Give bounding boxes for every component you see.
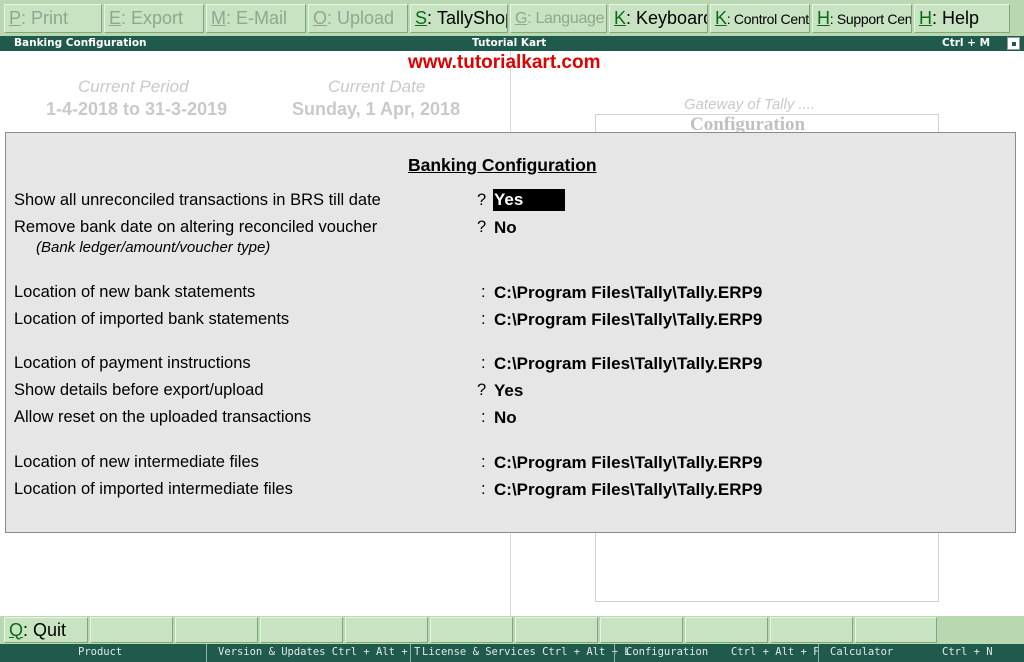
remove-bank-date-subnote: (Bank ledger/amount/voucher type) — [36, 239, 271, 256]
quit-button[interactable]: Q: Quit — [4, 617, 88, 643]
tallyshop-label: TallyShop — [437, 8, 508, 28]
help-label: Help — [942, 8, 980, 28]
row-label-unreconciled: Show all unreconciled transactions in BR… — [14, 191, 381, 209]
company-name: Tutorial Kart — [472, 37, 547, 49]
print-button[interactable]: P: Print — [4, 4, 102, 33]
language-button[interactable]: G: Language — [510, 4, 607, 33]
email-button[interactable]: M: E-Mail — [206, 4, 306, 33]
current-period-value: 1-4-2018 to 31-3-2019 — [46, 99, 228, 119]
email-shortcut-key: M — [211, 8, 226, 28]
control-centre-button[interactable]: K: Control Centre — [710, 4, 810, 33]
bottom-button-bar: Q: Quit — [0, 616, 1024, 644]
empty-button-10[interactable] — [855, 617, 937, 643]
language-shortcut-key: G — [515, 9, 528, 27]
print-shortcut-key: P — [9, 8, 22, 28]
control-centre-shortcut-key: K — [715, 8, 727, 28]
row-label-new-bank-statements: Location of new bank statements — [14, 283, 256, 301]
tallyshop-button[interactable]: S: TallyShop — [410, 4, 508, 33]
row-sep-payment-instructions: : — [481, 354, 486, 372]
imported-bank-statements-value-field[interactable]: C:\Program Files\Tally\Tally.ERP9 — [494, 310, 762, 330]
row-label-remove-bank-date: Remove bank date on altering reconciled … — [14, 218, 378, 236]
gateway-label: Gateway of Tally .... — [684, 96, 816, 113]
status-divider — [206, 644, 207, 662]
keyboard-label: Keyboard — [636, 8, 708, 28]
upload-button[interactable]: O: Upload — [308, 4, 408, 33]
row-label-allow-reset: Allow reset on the uploaded transactions — [14, 408, 312, 426]
panel-title: Banking Configuration — [408, 155, 597, 175]
quit-label: Quit — [33, 619, 67, 640]
status-calculator[interactable]: Calculator — [830, 646, 893, 658]
show-details-value-field[interactable]: Yes — [494, 381, 523, 401]
minimize-shortcut: Ctrl + M — [942, 37, 991, 49]
keyboard-button[interactable]: K: Keyboard — [609, 4, 708, 33]
support-centre-label: Support Centre — [836, 10, 912, 27]
email-label: E-Mail — [236, 8, 288, 28]
imported-intermediate-files-value-field[interactable]: C:\Program Files\Tally\Tally.ERP9 — [494, 480, 762, 500]
export-button[interactable]: E: Export — [104, 4, 204, 33]
status-version[interactable]: Version & Updates Ctrl + Alt + T — [218, 646, 420, 658]
empty-button-3[interactable] — [260, 617, 343, 643]
upload-label: Upload — [337, 8, 395, 28]
payment-instructions-value-field[interactable]: C:\Program Files\Tally\Tally.ERP9 — [494, 354, 762, 374]
row-sep-imported-bank-statements: : — [481, 310, 486, 328]
control-centre-label: Control Centre — [733, 10, 809, 27]
export-shortcut-key: E — [109, 8, 122, 28]
status-divider — [818, 644, 819, 662]
status-divider — [410, 644, 411, 662]
row-sep-new-bank-statements: : — [481, 283, 486, 301]
row-sep-show-details: ? — [477, 381, 487, 399]
allow-reset-value-field[interactable]: No — [494, 408, 517, 428]
status-bar: Product Version & Updates Ctrl + Alt + T… — [0, 644, 1024, 662]
window-title: Banking Configuration — [14, 37, 147, 49]
help-button[interactable]: H: Help — [914, 4, 1010, 33]
upload-shortcut-key: O — [313, 8, 328, 28]
unreconciled-value-field[interactable]: Yes — [493, 189, 565, 211]
language-label: Language — [535, 9, 605, 27]
status-configuration[interactable]: Configuration — [626, 646, 708, 658]
title-bar: Banking Configuration Tutorial Kart Ctrl… — [0, 36, 1024, 51]
status-license[interactable]: License & Services Ctrl + Alt + L — [422, 646, 631, 658]
row-label-imported-intermediate-files: Location of imported intermediate files — [14, 480, 293, 498]
row-sep-remove-bank-date: ? — [477, 218, 487, 236]
new-intermediate-files-value-field[interactable]: C:\Program Files\Tally\Tally.ERP9 — [494, 453, 762, 473]
keyboard-shortcut-key: K — [614, 8, 627, 28]
support-centre-button[interactable]: H: Support Centre — [812, 4, 912, 33]
remove-bank-date-value-field[interactable]: No — [494, 218, 517, 238]
empty-button-7[interactable] — [600, 617, 683, 643]
empty-button-4[interactable] — [345, 617, 428, 643]
tallyshop-shortcut-key: S — [415, 8, 428, 28]
row-sep-new-intermediate-files: : — [481, 453, 486, 471]
empty-button-5[interactable] — [430, 617, 513, 643]
status-divider — [614, 644, 615, 662]
empty-button-1[interactable] — [90, 617, 173, 643]
current-date-value: Sunday, 1 Apr, 2018 — [292, 99, 461, 119]
support-centre-shortcut-key: H — [817, 8, 830, 28]
row-label-imported-bank-statements: Location of imported bank statements — [14, 310, 290, 328]
current-date-label: Current Date — [328, 77, 426, 96]
status-product[interactable]: Product — [78, 646, 122, 658]
status-configuration-shortcut: Ctrl + Alt + F — [731, 646, 820, 658]
row-label-payment-instructions: Location of payment instructions — [14, 354, 251, 372]
row-sep-unreconciled: ? — [477, 191, 487, 209]
empty-button-6[interactable] — [515, 617, 598, 643]
row-sep-imported-intermediate-files: : — [481, 480, 486, 498]
row-label-show-details: Show details before export/upload — [14, 381, 264, 399]
current-period-label: Current Period — [78, 77, 189, 96]
new-bank-statements-value-field[interactable]: C:\Program Files\Tally\Tally.ERP9 — [494, 283, 762, 303]
empty-button-2[interactable] — [175, 617, 258, 643]
row-sep-allow-reset: : — [481, 408, 486, 426]
row-label-new-intermediate-files: Location of new intermediate files — [14, 453, 259, 471]
top-button-bar: P: Print E: Export M: E-Mail O: Upload S… — [0, 0, 1024, 36]
empty-button-8[interactable] — [685, 617, 768, 643]
print-label: Print — [31, 8, 69, 28]
minimize-box-icon[interactable] — [1007, 37, 1020, 50]
empty-button-9[interactable] — [770, 617, 853, 643]
status-calculator-shortcut: Ctrl + N — [942, 646, 993, 658]
watermark: www.tutorialkart.com — [408, 52, 601, 73]
help-shortcut-key: H — [919, 8, 932, 28]
quit-shortcut-key: Q — [9, 619, 24, 640]
export-label: Export — [131, 8, 184, 28]
